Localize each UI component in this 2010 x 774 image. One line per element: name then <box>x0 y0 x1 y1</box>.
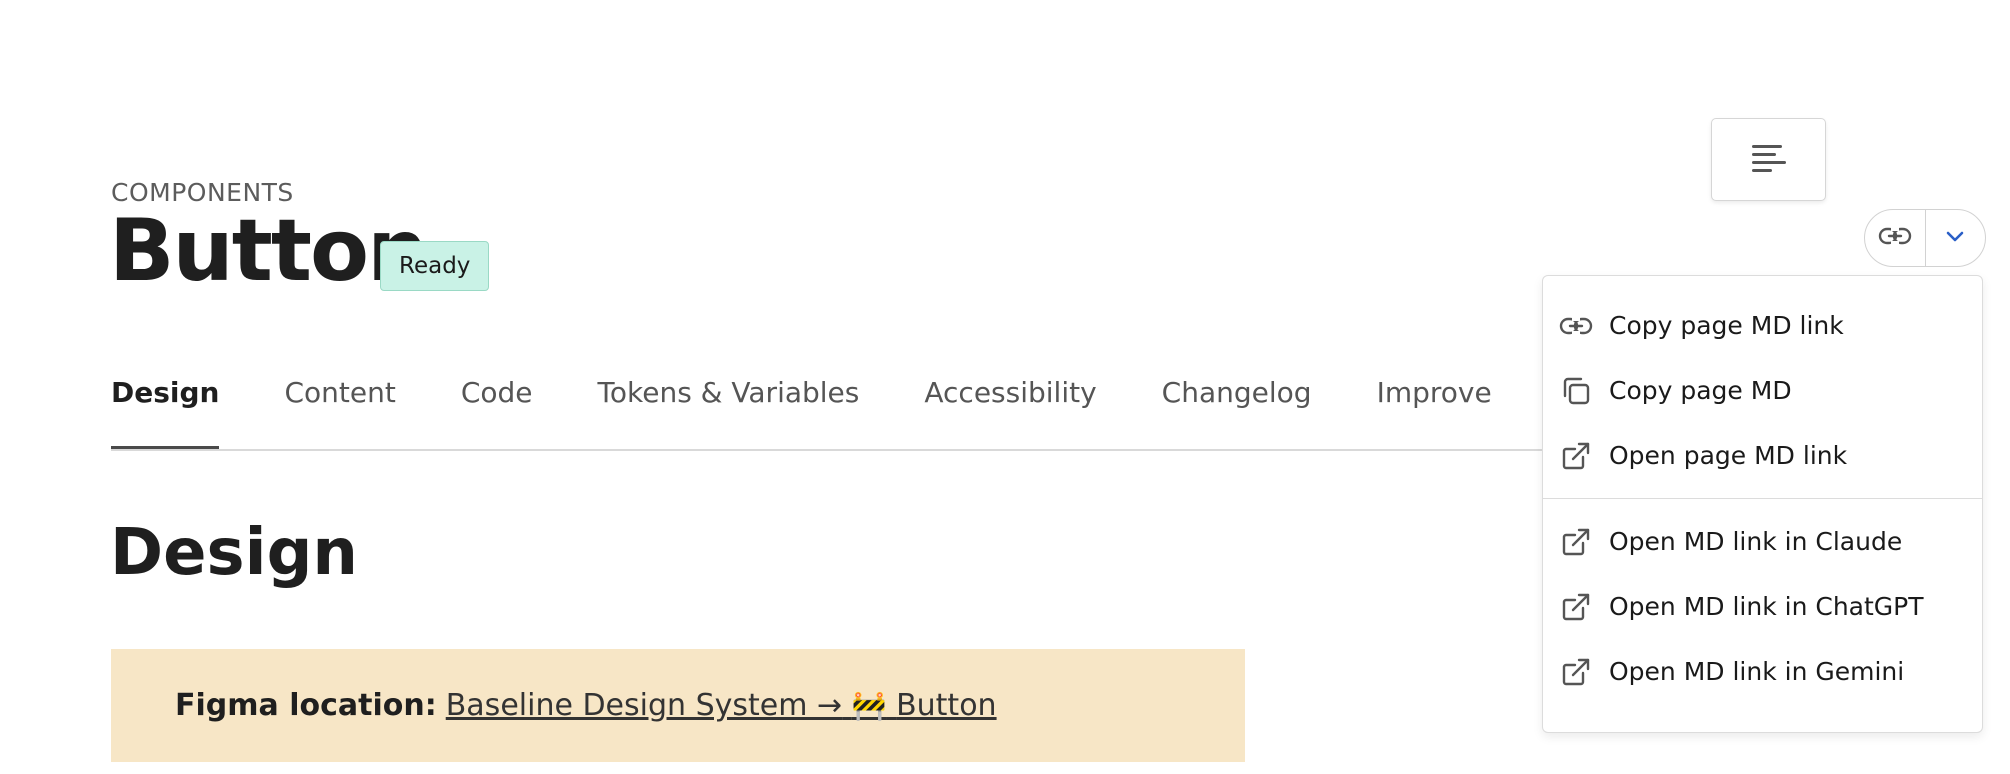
figma-link-path: Baseline Design System → <box>445 688 843 723</box>
external-link-icon <box>1559 525 1593 559</box>
status-badge: Ready <box>380 241 490 291</box>
figma-location-label: Figma location: <box>175 688 437 723</box>
menu-item-copy-page-md-link[interactable]: Copy page MD link <box>1543 293 1982 358</box>
link-icon <box>1878 226 1912 250</box>
external-link-icon <box>1559 655 1593 689</box>
page-title: Button <box>109 201 428 301</box>
tab-changelog[interactable]: Changelog <box>1162 370 1312 450</box>
menu-item-open-in-claude[interactable]: Open MD link in Claude <box>1543 509 1982 574</box>
md-menu-toggle-button[interactable] <box>1924 210 1986 266</box>
tab-content[interactable]: Content <box>284 370 395 450</box>
chevron-down-icon <box>1945 229 1965 248</box>
menu-item-label: Open MD link in Gemini <box>1609 657 1905 686</box>
tab-code[interactable]: Code <box>461 370 533 450</box>
menu-item-open-in-chatgpt[interactable]: Open MD link in ChatGPT <box>1543 574 1982 639</box>
menu-item-copy-page-md[interactable]: Copy page MD <box>1543 358 1982 423</box>
menu-group-ai: Open MD link in Claude Open MD link in C… <box>1543 499 1982 704</box>
external-link-icon <box>1559 439 1593 473</box>
figma-location-link[interactable]: Baseline Design System → 🚧 Button <box>446 688 997 723</box>
tab-accessibility[interactable]: Accessibility <box>924 370 1096 450</box>
md-actions-menu: Copy page MD link Copy page MD Open page… <box>1542 275 1983 733</box>
menu-group-page: Copy page MD link Copy page MD Open page… <box>1543 276 1982 498</box>
menu-item-label: Open MD link in Claude <box>1609 527 1903 556</box>
tab-tokens-variables[interactable]: Tokens & Variables <box>598 370 860 450</box>
menu-item-label: Copy page MD link <box>1609 311 1844 340</box>
page: COMPONENTS Button Ready Design Content C… <box>0 0 2010 774</box>
figma-location-callout: Figma location: Baseline Design System →… <box>111 649 1245 762</box>
align-left-icon <box>1750 142 1788 178</box>
section-heading: Design <box>110 516 358 590</box>
link-icon <box>1559 309 1593 343</box>
tab-improve[interactable]: Improve <box>1377 370 1492 450</box>
external-link-icon <box>1559 590 1593 624</box>
menu-item-open-in-gemini[interactable]: Open MD link in Gemini <box>1543 639 1982 704</box>
copy-link-button[interactable] <box>1865 210 1925 266</box>
menu-item-label: Copy page MD <box>1609 376 1792 405</box>
tabs-divider <box>111 449 1546 451</box>
table-of-contents-button[interactable] <box>1711 118 1826 201</box>
menu-item-open-page-md-link[interactable]: Open page MD link <box>1543 423 1982 488</box>
figma-link-target: Button <box>896 688 997 723</box>
tab-bar: Design Content Code Tokens & Variables A… <box>111 370 1557 450</box>
copy-md-split-button <box>1864 209 1986 267</box>
construction-icon: 🚧 <box>851 689 887 722</box>
copy-icon <box>1559 374 1593 408</box>
menu-item-label: Open page MD link <box>1609 441 1848 470</box>
menu-item-label: Open MD link in ChatGPT <box>1609 592 1924 621</box>
tab-design[interactable]: Design <box>111 370 220 450</box>
